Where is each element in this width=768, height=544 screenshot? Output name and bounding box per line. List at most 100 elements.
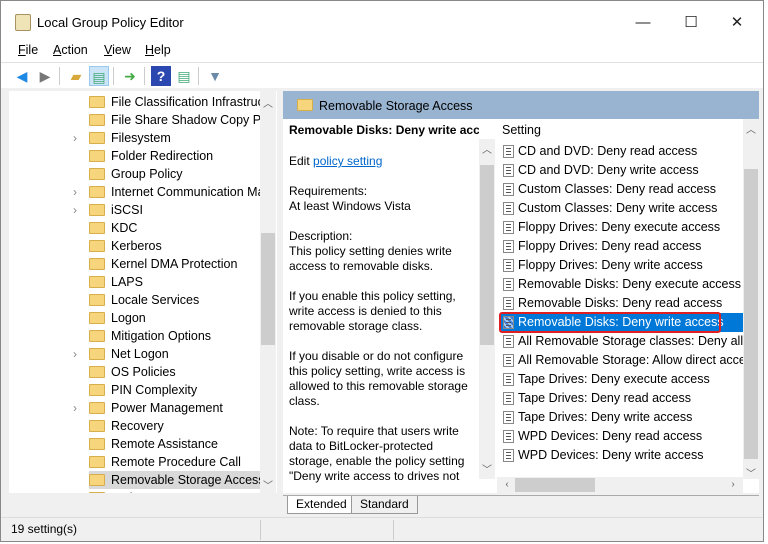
chevron-right-icon[interactable]: ›: [73, 345, 77, 363]
tree-item[interactable]: KDC: [9, 219, 261, 237]
scroll-down-icon[interactable]: ﹀: [260, 477, 276, 492]
tree-item-label: PIN Complexity: [111, 383, 198, 397]
list-vertical-scrollbar[interactable]: ︿: [743, 119, 759, 463]
tree-item[interactable]: Locale Services: [9, 291, 261, 309]
setting-row[interactable]: All Removable Storage classes: Deny all …: [501, 332, 745, 351]
description-scrollbar[interactable]: ︿ ﹀: [479, 139, 495, 479]
tree-item[interactable]: Removable Storage Access: [89, 471, 265, 489]
scroll-thumb[interactable]: [480, 165, 494, 345]
scroll-up-icon[interactable]: ︿: [479, 141, 495, 156]
tree-item[interactable]: › Power Management: [9, 399, 261, 417]
scroll-thumb[interactable]: [261, 233, 275, 345]
filter-icon[interactable]: ▼: [205, 66, 225, 86]
scroll-left-icon[interactable]: ‹: [499, 479, 515, 490]
tree-item-label: OS Policies: [111, 365, 176, 379]
scroll-up-icon[interactable]: ︿: [260, 95, 276, 110]
tree-item-label: Recovery: [111, 419, 164, 433]
scroll-down-icon[interactable]: ﹀: [743, 465, 759, 480]
tab-extended[interactable]: Extended: [287, 496, 356, 514]
chevron-right-icon[interactable]: ›: [73, 183, 77, 201]
up-folder-icon[interactable]: ▰: [66, 66, 86, 86]
minimize-button[interactable]: —: [623, 9, 663, 37]
scroll-thumb[interactable]: [744, 169, 758, 459]
folder-icon: [89, 330, 105, 342]
scroll-thumb[interactable]: [515, 478, 595, 492]
help-icon[interactable]: ?: [151, 66, 171, 86]
tree-item[interactable]: Recovery: [9, 417, 261, 435]
tree-item-label: Remote Procedure Call: [111, 455, 241, 469]
setting-row[interactable]: WPD Devices: Deny write access: [501, 446, 745, 465]
tab-standard[interactable]: Standard: [351, 496, 418, 514]
policy-setting-icon: [503, 240, 514, 253]
setting-row[interactable]: Floppy Drives: Deny execute access: [501, 218, 745, 237]
column-header-setting[interactable]: Setting: [502, 123, 541, 137]
policy-setting-link[interactable]: policy setting: [313, 154, 382, 168]
menu-view[interactable]: View: [104, 43, 131, 57]
tree-item[interactable]: › Net Logon: [9, 345, 261, 363]
list-horizontal-scrollbar[interactable]: ‹ ›: [497, 477, 743, 493]
tree-vertical-scrollbar[interactable]: ︿ ﹀: [260, 91, 276, 493]
chevron-right-icon[interactable]: ›: [73, 129, 77, 147]
tree-item[interactable]: › Internet Communication Management: [9, 183, 261, 201]
scroll-right-icon[interactable]: ›: [725, 479, 741, 490]
close-button[interactable]: ✕: [717, 9, 757, 37]
details-pane: Removable Storage Access Removable Disks…: [283, 91, 759, 493]
menu-action[interactable]: Action: [53, 43, 88, 57]
show-hide-action-pane-icon[interactable]: ▤: [174, 66, 194, 86]
scroll-down-button[interactable]: ﹀: [743, 463, 759, 480]
edit-label: Edit: [289, 154, 314, 168]
tree-item[interactable]: PIN Complexity: [9, 381, 261, 399]
tree-item[interactable]: › iSCSI: [9, 201, 261, 219]
setting-row[interactable]: Floppy Drives: Deny write access: [501, 256, 745, 275]
setting-row[interactable]: CD and DVD: Deny write access: [501, 161, 745, 180]
setting-row[interactable]: All Removable Storage: Allow direct acce…: [501, 351, 745, 370]
menu-file[interactable]: File: [18, 43, 38, 57]
forward-arrow-icon[interactable]: ▶: [35, 66, 55, 86]
show-hide-console-tree-icon[interactable]: ▤: [89, 66, 109, 86]
tree-item[interactable]: LAPS: [9, 273, 261, 291]
scroll-down-icon[interactable]: ﹀: [479, 461, 495, 476]
tree-item[interactable]: › Filesystem: [9, 129, 261, 147]
requirements-label: Requirements:: [289, 184, 368, 198]
details-header-title: Removable Storage Access: [319, 99, 473, 113]
setting-row[interactable]: Floppy Drives: Deny read access: [501, 237, 745, 256]
setting-row[interactable]: Tape Drives: Deny execute access: [501, 370, 745, 389]
tree-item[interactable]: Logon: [9, 309, 261, 327]
setting-row[interactable]: CD and DVD: Deny read access: [501, 142, 745, 161]
tree-item-label: Removable Storage Access: [111, 473, 265, 487]
chevron-right-icon[interactable]: ›: [73, 201, 77, 219]
tree-item[interactable]: Remote Assistance: [9, 435, 261, 453]
menu-help[interactable]: Help: [145, 43, 171, 57]
folder-icon: [89, 384, 105, 396]
back-arrow-icon[interactable]: ◀: [12, 66, 32, 86]
chevron-right-icon[interactable]: ›: [73, 399, 77, 417]
tree-item[interactable]: Kerberos: [9, 237, 261, 255]
setting-row[interactable]: Tape Drives: Deny write access: [501, 408, 745, 427]
tree-item[interactable]: File Classification Infrastructure: [9, 93, 261, 111]
tree-item[interactable]: Folder Redirection: [9, 147, 261, 165]
setting-row[interactable]: Removable Disks: Deny execute access: [501, 275, 745, 294]
tree-item[interactable]: Group Policy: [9, 165, 261, 183]
folder-icon: [89, 240, 105, 252]
tree-item-label: Scripts: [111, 489, 149, 493]
export-list-icon[interactable]: ➜: [120, 66, 140, 86]
setting-row[interactable]: Custom Classes: Deny write access: [501, 199, 745, 218]
setting-row[interactable]: WPD Devices: Deny read access: [501, 427, 745, 446]
tree-item[interactable]: Remote Procedure Call: [9, 453, 261, 471]
setting-row[interactable]: Tape Drives: Deny read access: [501, 389, 745, 408]
setting-row[interactable]: Removable Disks: Deny read access: [501, 294, 745, 313]
tree-item[interactable]: File Share Shadow Copy Provider: [9, 111, 261, 129]
setting-row[interactable]: Custom Classes: Deny read access: [501, 180, 745, 199]
policy-setting-icon: [503, 145, 514, 158]
maximize-button[interactable]: ☐: [671, 9, 711, 37]
tree-item[interactable]: OS Policies: [9, 363, 261, 381]
scroll-up-icon[interactable]: ︿: [743, 121, 759, 136]
tree-item[interactable]: Scripts: [9, 489, 261, 493]
app-icon: [15, 14, 31, 31]
folder-icon: [89, 438, 105, 450]
tree-item[interactable]: Kernel DMA Protection: [9, 255, 261, 273]
main-window: Local Group Policy Editor — ☐ ✕ File Act…: [0, 0, 764, 542]
tree-item[interactable]: Mitigation Options: [9, 327, 261, 345]
setting-label: Custom Classes: Deny read access: [518, 182, 716, 196]
tree-item-label: Folder Redirection: [111, 149, 214, 163]
